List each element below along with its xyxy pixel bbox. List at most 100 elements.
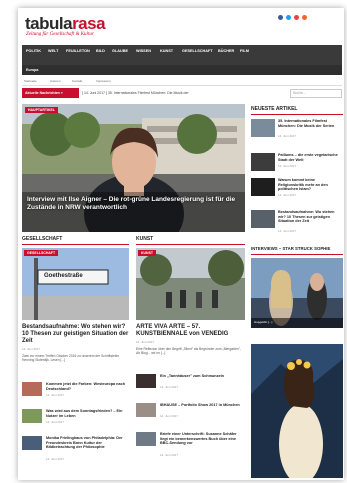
small-thumb [136,374,156,388]
sidebar-thumb [251,119,275,137]
site-logo[interactable]: tabularasa [25,14,106,34]
gesellschaft-excerpt: Zwei vor einem Treffen Oktober 2016 zu u… [22,354,120,363]
ticker-text[interactable]: [ 14. Juni 2017 ] 35. Internationales Fi… [82,91,189,95]
search-input[interactable]: Suche... [290,89,342,98]
small-thumb [136,403,156,417]
small-thumb [22,436,42,450]
kunst-small-article[interactable]: IBHAUSE – Portfolio Show 2017 in München… [136,403,245,423]
small-article-date: 14. Juni 2017 [160,453,179,457]
subnav-startseite[interactable]: Startseite [24,79,37,83]
small-article-date: 14. Juni 2017 [160,414,179,418]
sidebar-thumb [251,210,275,228]
nav-item-wissen[interactable]: Wissen [136,49,151,53]
sidebar-article[interactable]: 35. Internationales Filmfest München: Di… [251,119,343,141]
gesellschaft-heading: Gesellschaft [22,236,63,242]
hero-article[interactable]: Hauptartikel Interview mit Ilse Aigner –… [22,104,245,232]
sidebar-heading: Neueste Artikel [251,106,298,112]
gesellschaft-heading-line [22,244,129,245]
hero-title[interactable]: Interview mit Ilse Aigner – Die rot-grün… [27,196,237,212]
small-article-title[interactable]: Was wird aus dem Sonntagsfrieden? – Ein … [46,409,128,418]
video-caption: Hoşgeldin [...] [254,320,273,324]
main-nav-row2: Europa [22,65,342,75]
sidebar-thumb [251,178,275,196]
gesellschaft-small-article[interactable]: Kommen jetzt die Farben: Westeuropa nach… [22,382,129,402]
gesellschaft-title[interactable]: Bestandsaufnahme: Wo stehen wir? 10 Thes… [22,324,129,345]
small-article-title[interactable]: Briefe einer Unterschrift: Susanne Schäf… [160,432,244,446]
subnav-kontakt[interactable]: Kontakt [72,79,82,83]
small-article-date: 14. Juni 2017 [46,457,65,461]
video-player[interactable]: Hoşgeldin [...] [251,258,343,328]
kunst-heading-line [136,244,245,245]
small-article-title[interactable]: IBHAUSE – Portfolio Show 2017 in München [160,403,244,408]
sidebar-article-title[interactable]: Bestandsaufnahme: Wo stehen wir? 10 Thes… [278,210,342,224]
gesellschaft-image[interactable]: Goethestraße [22,248,129,320]
small-article-date: 14. Juni 2017 [46,393,65,397]
sidebar-article-date: 14. Juni 2017 [278,134,297,138]
main-nav: Politik Welt Feuilleton Bild Glaube Wiss… [22,45,342,65]
small-article-date: 14. Juni 2017 [46,420,65,424]
kunst-small-article[interactable]: Briefe einer Unterschrift: Susanne Schäf… [136,432,245,457]
sidebar-ad-image[interactable] [251,344,343,478]
twitter-icon[interactable] [286,15,291,20]
kunst-image[interactable] [136,248,245,320]
hero-image [22,104,245,232]
video-heading: Interviews – Star Struck Sophie [251,246,331,251]
sidebar-article-title[interactable]: Warum kommt keine Religionskritik mehr a… [278,178,342,192]
gesellschaft-small-article[interactable]: Was wird aus dem Sonntagsfrieden? – Ein … [22,409,129,429]
kunst-heading: Kunst [136,236,154,242]
nav-item-bild[interactable]: Bild [96,49,105,53]
sidebar-article-date: 14. Juni 2017 [278,229,297,233]
gesellschaft-small-article[interactable]: Monika Frielinghaus von Philadelphia: De… [22,436,129,461]
kunst-title[interactable]: ARTE VIVA ARTE – 57. KUNSTBIENNALE von V… [136,324,245,338]
sidebar-heading-line [251,114,343,115]
kunst-small-article[interactable]: Ein „Tannhäuser" zum Schmunzeln 14. Juni… [136,374,245,394]
street-sign-photo [22,248,129,320]
rss-icon[interactable] [302,15,307,20]
nav-item-glaube[interactable]: Glaube [112,49,128,53]
nav-item-kunst[interactable]: Kunst [160,49,173,53]
sidebar-article-title[interactable]: 35. Internationales Filmfest München: Di… [278,119,342,128]
subnav-impressum[interactable]: Impressum [96,79,111,83]
small-thumb [22,382,42,396]
sidebar-article[interactable]: Bestandsaufnahme: Wo stehen wir? 10 Thes… [251,210,343,233]
gesellschaft-date: 14. Juni 2017 [22,347,41,351]
sidebar-article[interactable]: Palliums – die erste vegetarische Stadt … [251,153,343,175]
sidebar-article[interactable]: Warum kommt keine Religionskritik mehr a… [251,178,343,200]
sidebar-article-date: 14. Juni 2017 [278,164,297,168]
video-thumbnail [251,258,343,328]
sidebar-thumb [251,153,275,171]
nav-item-film[interactable]: Film [240,49,249,53]
small-article-title[interactable]: Monika Frielinghaus von Philadelphia: De… [46,436,128,450]
site-header: tabularasa Zeitung für Gesellschaft & Ku… [18,8,344,40]
ticker-label: Aktuelle Nachrichten » [22,88,79,98]
nav-item-buecher[interactable]: Bücher [218,49,234,53]
site-tagline: Zeitung für Gesellschaft & Kultur [26,32,94,37]
nav-item-feuilleton[interactable]: Feuilleton [66,49,90,53]
small-article-date: 14. Juni 2017 [160,385,179,389]
facebook-icon[interactable] [278,15,283,20]
hero-badge[interactable]: Hauptartikel [25,107,58,113]
sub-nav: Startseite Autoren Kontakt Impressum [22,77,342,86]
kunst-excerpt: Eine Reflexion über den Begriff „Silent"… [136,347,241,356]
subnav-autoren[interactable]: Autoren [50,79,61,83]
browser-page: tabularasa Zeitung für Gesellschaft & Ku… [18,8,344,480]
sidebar-article-title[interactable]: Palliums – die erste vegetarische Stadt … [278,153,342,162]
nav-item-gesellschaft[interactable]: Gesellschaft [182,49,213,53]
street-sign-text: Goethestraße [44,273,83,279]
biennale-photo [136,248,245,320]
kunst-badge[interactable]: Kunst [138,250,157,256]
google-plus-icon[interactable] [294,15,299,20]
small-thumb [22,409,42,423]
kunst-date: 14. Juni 2017 [136,340,155,344]
sidebar-article-date: 14. Juni 2017 [278,193,297,197]
nav-item-europa[interactable]: Europa [26,68,38,72]
small-article-title[interactable]: Kommen jetzt die Farben: Westeuropa nach… [46,382,128,391]
news-ticker: Aktuelle Nachrichten » [ 14. Juni 2017 ]… [22,88,342,98]
gesellschaft-badge[interactable]: Gesellschaft [24,250,59,256]
ad-photo [251,344,343,478]
small-article-title[interactable]: Ein „Tannhäuser" zum Schmunzeln [160,374,244,379]
nav-item-welt[interactable]: Welt [48,49,58,53]
video-heading-line [251,254,343,255]
nav-item-politik[interactable]: Politik [26,49,41,53]
small-thumb [136,432,156,446]
